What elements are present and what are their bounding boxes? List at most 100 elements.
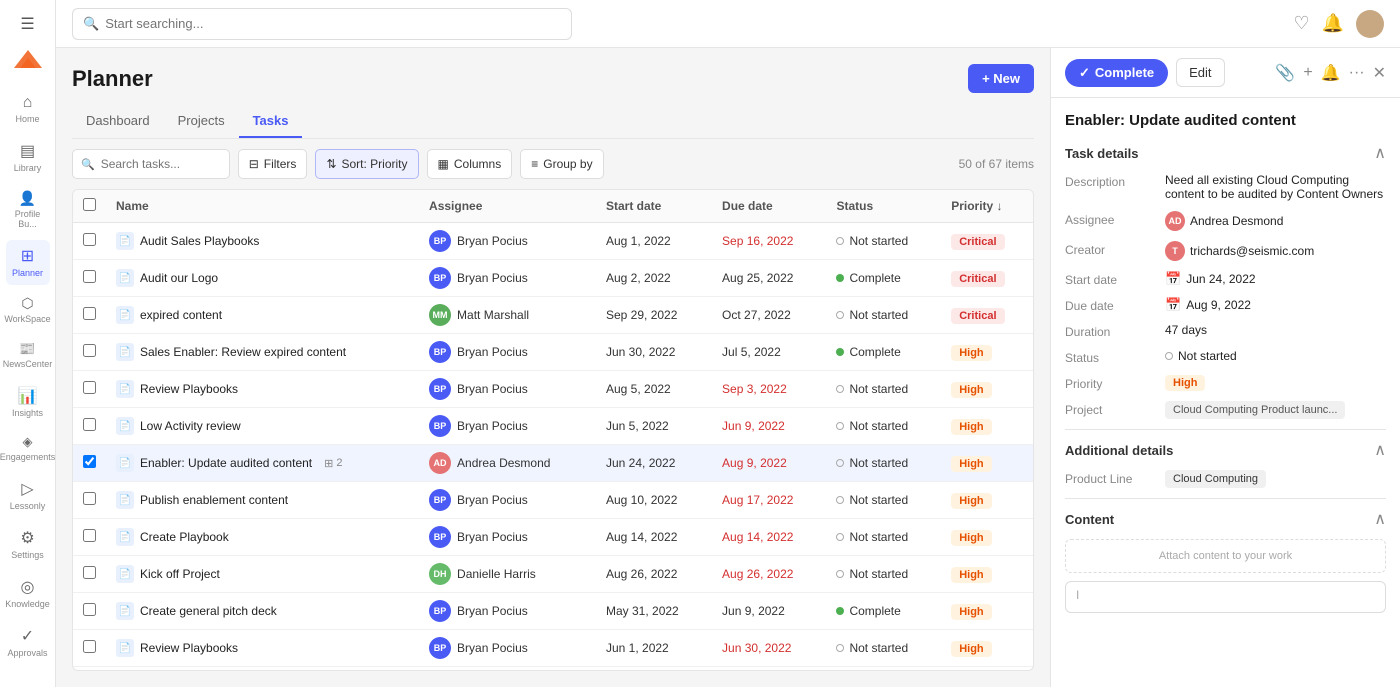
row-checkbox[interactable] xyxy=(83,603,96,616)
row-checkbox[interactable] xyxy=(83,381,96,394)
collapse-icon[interactable]: ∧ xyxy=(1374,143,1386,163)
task-icon: 📄 xyxy=(116,454,134,472)
sidebar-item-library[interactable]: ▤ Library xyxy=(6,135,50,180)
table-row[interactable]: 📄 Audit our Logo BP Bryan Pocius Aug 2, … xyxy=(73,260,1033,297)
col-name[interactable]: Name xyxy=(106,190,419,223)
collapse-content-icon[interactable]: ∧ xyxy=(1374,509,1386,529)
table-row[interactable]: 📄 Create Playbook BP Bryan Pocius Aug 14… xyxy=(73,519,1033,556)
task-icon: 📄 xyxy=(116,528,134,546)
bell-icon[interactable]: 🔔 xyxy=(1321,63,1341,83)
task-name: 📄 Create Playbook xyxy=(116,528,409,546)
tab-projects[interactable]: Projects xyxy=(164,105,239,138)
start-date: Jun 24, 2022 xyxy=(606,456,675,470)
filters-button[interactable]: ⊟ Filters xyxy=(238,149,308,179)
task-label: Low Activity review xyxy=(140,419,241,433)
search-tasks-input[interactable] xyxy=(101,157,221,171)
assignee-avatar: MM xyxy=(429,304,451,326)
row-status-cell: Not started xyxy=(826,371,941,408)
status-text: Not started xyxy=(849,530,908,544)
tab-dashboard[interactable]: Dashboard xyxy=(72,105,164,138)
row-checkbox[interactable] xyxy=(83,455,96,468)
close-icon[interactable]: ✕ xyxy=(1373,63,1386,83)
row-name-cell: 📄 Audit our Logo xyxy=(106,260,419,297)
sidebar-item-approvals[interactable]: ✓ Approvals xyxy=(6,620,50,665)
sidebar-item-engagements[interactable]: ◈ Engagements xyxy=(6,428,50,469)
row-checkbox[interactable] xyxy=(83,344,96,357)
new-button[interactable]: + New xyxy=(968,64,1034,93)
sidebar-item-knowledge[interactable]: ◎ Knowledge xyxy=(6,571,50,616)
row-checkbox[interactable] xyxy=(83,270,96,283)
assignee-avatar: BP xyxy=(429,341,451,363)
row-checkbox-cell xyxy=(73,519,106,556)
comment-input[interactable]: I xyxy=(1065,581,1386,613)
table-row[interactable]: 📄 Publish enablement content BP Bryan Po… xyxy=(73,482,1033,519)
global-search[interactable]: 🔍 xyxy=(72,8,572,40)
sidebar-item-profile[interactable]: 👤 Profile Bu... xyxy=(6,184,50,237)
edit-button[interactable]: Edit xyxy=(1176,58,1224,87)
sidebar-item-planner[interactable]: ⊞ Planner xyxy=(6,240,50,285)
sort-button[interactable]: ⇅ Sort: Priority xyxy=(315,149,418,179)
row-checkbox[interactable] xyxy=(83,418,96,431)
assignee-avatar: BP xyxy=(429,526,451,548)
notifications-icon[interactable]: 🔔 xyxy=(1322,13,1344,34)
tab-tasks[interactable]: Tasks xyxy=(239,105,303,138)
status-text: Complete xyxy=(849,604,900,618)
task-search[interactable]: 🔍 xyxy=(72,149,230,179)
col-assignee[interactable]: Assignee xyxy=(419,190,596,223)
table-row[interactable]: 📄 Review Playbooks BP Bryan Pocius Jun 1… xyxy=(73,630,1033,667)
table-row[interactable]: 📄 Kick off Project DH Danielle Harris Au… xyxy=(73,556,1033,593)
sort-label: Sort: Priority xyxy=(342,157,408,171)
description-label: Description xyxy=(1065,173,1155,189)
table-row[interactable]: 📄 expired content MM Matt Marshall Sep 2… xyxy=(73,297,1033,334)
assignee-cell: BP Bryan Pocius xyxy=(429,230,586,252)
select-all-checkbox[interactable] xyxy=(83,198,96,211)
row-checkbox[interactable] xyxy=(83,492,96,505)
collapse-additional-icon[interactable]: ∧ xyxy=(1374,440,1386,460)
sidebar-item-lessonly[interactable]: ▷ Lessonly xyxy=(6,473,50,518)
row-checkbox[interactable] xyxy=(83,307,96,320)
col-due-date[interactable]: Due date xyxy=(712,190,826,223)
row-checkbox[interactable] xyxy=(83,529,96,542)
row-priority-cell: Critical xyxy=(941,260,1033,297)
group-by-button[interactable]: ≡ Group by xyxy=(520,149,603,179)
task-label: Create Playbook xyxy=(140,530,229,544)
search-input[interactable] xyxy=(105,16,561,31)
more-icon[interactable]: ··· xyxy=(1349,64,1365,82)
row-due-date-cell: Sep 16, 2022 xyxy=(712,223,826,260)
col-priority[interactable]: Priority ↓ xyxy=(941,190,1033,223)
additional-details-title: Additional details xyxy=(1065,443,1173,458)
row-checkbox[interactable] xyxy=(83,566,96,579)
table-row[interactable]: 📄 Enabler: Update audited content ⊞2 AD … xyxy=(73,445,1033,482)
status-dot xyxy=(836,607,844,615)
complete-button[interactable]: ✓ Complete xyxy=(1065,59,1168,87)
favorites-icon[interactable]: ♡ xyxy=(1293,13,1309,34)
table-row[interactable]: 📄 Create general pitch deck BP Bryan Poc… xyxy=(73,593,1033,630)
sidebar-item-newscenter[interactable]: 📰 NewsCenter xyxy=(6,335,50,376)
row-checkbox[interactable] xyxy=(83,640,96,653)
start-date: May 31, 2022 xyxy=(606,604,679,618)
table-row[interactable]: 📄 Kick off Project BP Bryan Pocius May 3… xyxy=(73,667,1033,672)
sidebar-item-home[interactable]: ⌂ Home xyxy=(6,88,50,131)
attach-content-area[interactable]: Attach content to your work xyxy=(1065,539,1386,573)
planner-section: Planner + New Dashboard Projects Tasks 🔍… xyxy=(56,48,1050,687)
duration-label: Duration xyxy=(1065,323,1155,339)
table-row[interactable]: 📄 Low Activity review BP Bryan Pocius Ju… xyxy=(73,408,1033,445)
row-priority-cell: Critical xyxy=(941,297,1033,334)
col-start-date[interactable]: Start date xyxy=(596,190,712,223)
menu-toggle[interactable]: ☰ xyxy=(6,8,50,40)
sidebar-item-insights[interactable]: 📊 Insights xyxy=(6,380,50,425)
table-row[interactable]: 📄 Review Playbooks BP Bryan Pocius Aug 5… xyxy=(73,371,1033,408)
status-text: Not started xyxy=(849,308,908,322)
sidebar-item-settings[interactable]: ⚙ Settings xyxy=(6,522,50,567)
engagements-icon: ◈ xyxy=(23,434,33,450)
add-icon[interactable]: + xyxy=(1303,64,1312,82)
col-status[interactable]: Status xyxy=(826,190,941,223)
assignee-avatar: BP xyxy=(429,600,451,622)
attachment-icon[interactable]: 📎 xyxy=(1275,63,1295,83)
table-row[interactable]: 📄 Audit Sales Playbooks BP Bryan Pocius … xyxy=(73,223,1033,260)
columns-button[interactable]: ▦ Columns xyxy=(427,149,513,179)
user-avatar[interactable] xyxy=(1356,10,1384,38)
sidebar-item-workspace[interactable]: ⬡ WorkSpace xyxy=(6,289,50,331)
table-row[interactable]: 📄 Sales Enabler: Review expired content … xyxy=(73,334,1033,371)
row-checkbox[interactable] xyxy=(83,233,96,246)
